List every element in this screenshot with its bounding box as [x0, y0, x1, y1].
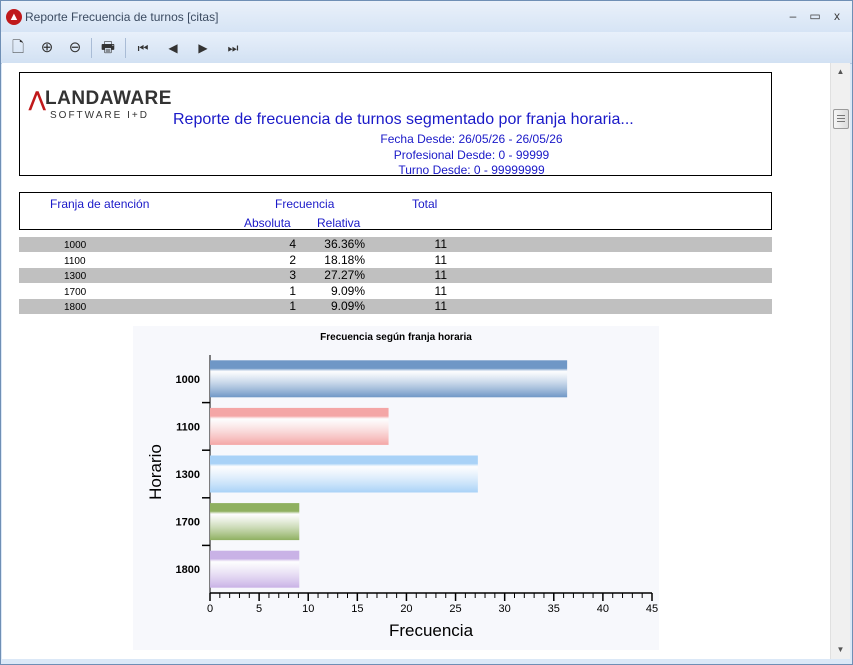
cell-relativa: 9.09%	[330, 299, 365, 313]
report-page: ⋀ LANDAWARE SOFTWARE I+D Reporte de frec…	[2, 63, 830, 659]
cell-relativa: 18.18%	[324, 253, 365, 267]
toolbar: 🗋 ⊕ ⊖ 🖶 ⏮ ◀ ▶ ⏭	[1, 32, 852, 64]
scroll-down-icon[interactable]: ▼	[831, 641, 850, 658]
cell-relativa: 27.27%	[324, 268, 365, 282]
vertical-scrollbar[interactable]: ▲ ▼	[830, 63, 850, 659]
close-button[interactable]: x	[826, 7, 848, 25]
y-tick-label: 1800	[176, 564, 200, 576]
zoom-in-button[interactable]: ⊕	[36, 37, 58, 59]
column-relativa: Relativa	[317, 216, 361, 230]
table-row: 1300 3 27.27% 11	[19, 268, 772, 283]
toolbar-separator	[125, 38, 126, 58]
x-axis-label: Frecuencia	[389, 621, 474, 640]
y-tick-label: 1300	[176, 469, 200, 481]
cell-absoluta: 2	[289, 253, 296, 267]
print-preview-icon: 🗋	[11, 39, 25, 56]
bar-1000	[210, 360, 568, 398]
cell-franja: 1100	[64, 256, 86, 267]
bar-1800	[210, 550, 300, 588]
report-date-range: Fecha Desde: 26/05/26 - 26/05/26	[380, 132, 563, 146]
cell-total: 11	[434, 268, 447, 282]
cell-total: 11	[434, 299, 447, 313]
scroll-thumb[interactable]	[833, 109, 849, 129]
toolbar-separator	[91, 38, 92, 58]
y-tick-label: 1000	[176, 374, 200, 386]
y-tick-label: 1100	[176, 421, 200, 433]
next-page-button[interactable]: ▶	[192, 37, 214, 59]
cell-franja: 1000	[64, 240, 87, 251]
x-tick-label: 5	[256, 603, 262, 615]
scroll-up-icon[interactable]: ▲	[831, 63, 850, 80]
cell-total: 11	[434, 284, 447, 298]
column-absoluta: Absoluta	[244, 216, 291, 230]
x-tick-label: 0	[207, 603, 213, 615]
column-franja: Franja de atención	[50, 197, 150, 211]
report-header: ⋀ LANDAWARE SOFTWARE I+D Reporte de frec…	[19, 72, 772, 177]
cell-franja: 1300	[64, 271, 87, 282]
chart-title: Frecuencia según franja horaria	[320, 332, 472, 343]
print-preview-button[interactable]: 🗋	[7, 37, 29, 59]
thumb-grip	[837, 121, 845, 122]
report-turn-range: Turno Desde: 0 - 99999999	[398, 163, 545, 177]
column-frecuencia: Frecuencia	[275, 197, 335, 211]
maximize-button[interactable]: ▭	[804, 7, 826, 25]
table-row: 1700 1 9.09% 11	[19, 284, 772, 299]
bar-1300	[210, 455, 478, 493]
bar-1700	[210, 503, 300, 541]
thumb-grip	[837, 118, 845, 119]
cell-total: 11	[434, 253, 447, 267]
x-tick-label: 15	[351, 603, 363, 615]
cell-relativa: 9.09%	[330, 284, 365, 298]
cell-absoluta: 1	[289, 299, 296, 313]
table-row: 1100 2 18.18% 11	[19, 253, 772, 268]
y-axis-label: Horario	[146, 444, 165, 500]
logo-mark-icon: ⋀	[29, 89, 46, 111]
window-title: Reporte Frecuencia de turnos [citas]	[25, 10, 219, 24]
x-tick-label: 45	[646, 603, 658, 615]
bar-1100	[210, 407, 389, 445]
report-title: Reporte de frecuencia de turnos segmenta…	[173, 111, 634, 128]
cell-franja: 1800	[64, 302, 87, 313]
cell-franja: 1700	[64, 287, 87, 298]
previous-page-icon: ◀	[168, 41, 178, 55]
logo-name: LANDAWARE	[45, 88, 172, 109]
table-header: Franja de atención Frecuencia Total Abso…	[19, 192, 772, 230]
x-tick-label: 40	[597, 603, 609, 615]
x-tick-label: 25	[449, 603, 461, 615]
cell-relativa: 36.36%	[324, 237, 365, 251]
column-total: Total	[412, 197, 438, 211]
zoom-out-icon: ⊖	[68, 39, 82, 56]
first-page-button[interactable]: ⏮	[132, 37, 154, 59]
cell-absoluta: 3	[289, 268, 296, 282]
table-row: 1000 4 36.36% 11	[19, 237, 772, 252]
x-tick-label: 20	[400, 603, 412, 615]
cell-absoluta: 4	[289, 237, 296, 251]
cell-absoluta: 1	[289, 284, 296, 298]
chart-svg: Frecuencia según franja horaria 1000 1100 1…	[146, 332, 658, 640]
print-button[interactable]: 🖶	[97, 37, 119, 59]
thumb-grip	[837, 115, 845, 116]
app-icon: ▲	[6, 9, 22, 25]
x-tick-label: 30	[499, 603, 511, 615]
table-row: 1800 1 9.09% 11	[19, 299, 772, 314]
cell-total: 11	[434, 237, 447, 251]
frequency-chart: Frecuencia según franja horaria 1000 1100 1…	[133, 326, 659, 650]
last-page-icon: ⏭	[227, 41, 239, 55]
printer-icon: 🖶	[100, 39, 116, 56]
y-tick-label: 1700	[176, 517, 200, 529]
first-page-icon: ⏮	[137, 41, 149, 55]
zoom-out-button[interactable]: ⊖	[64, 37, 86, 59]
previous-page-button[interactable]: ◀	[162, 37, 184, 59]
next-page-icon: ▶	[198, 41, 208, 55]
title-bar: ▲ Reporte Frecuencia de turnos [citas] –…	[1, 1, 852, 32]
minimize-button[interactable]: –	[782, 7, 804, 25]
report-professional-range: Profesional Desde: 0 - 99999	[393, 148, 550, 162]
zoom-in-icon: ⊕	[40, 39, 54, 56]
x-tick-label: 10	[302, 603, 314, 615]
last-page-button[interactable]: ⏭	[222, 37, 244, 59]
x-tick-label: 35	[548, 603, 560, 615]
